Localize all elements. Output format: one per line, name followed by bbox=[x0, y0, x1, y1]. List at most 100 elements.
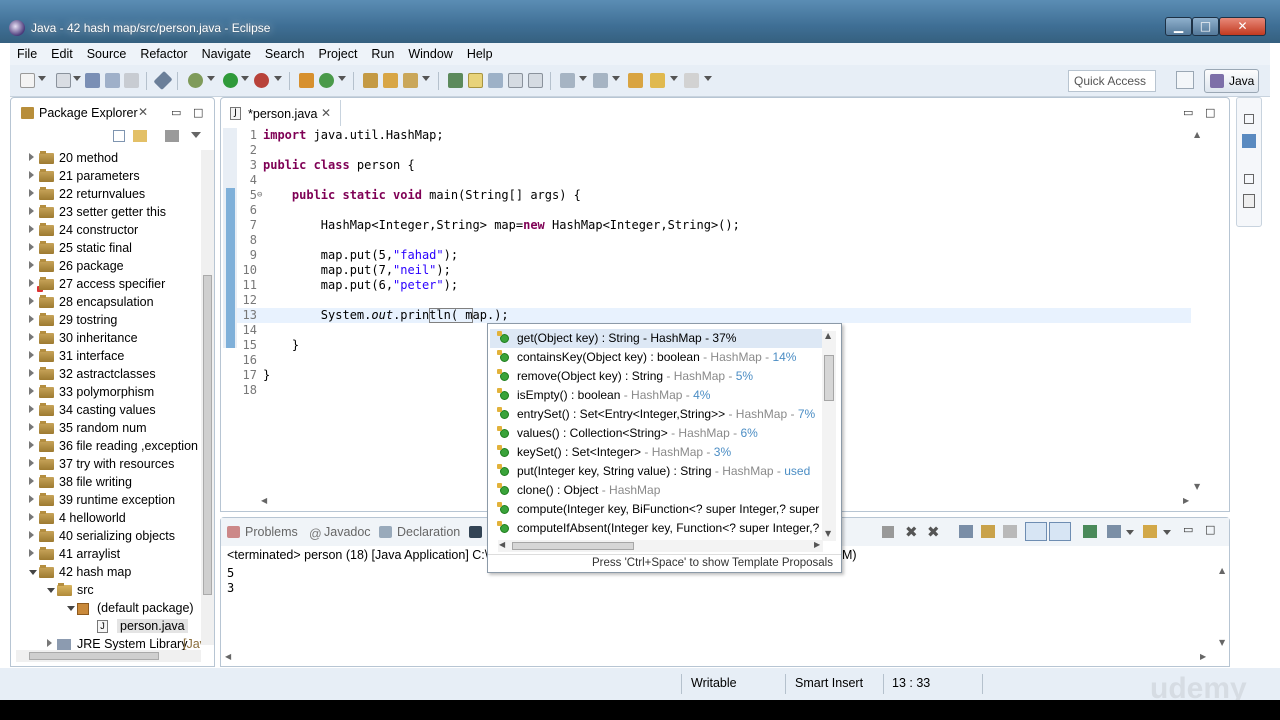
new-project-icon[interactable] bbox=[56, 73, 71, 88]
menu-search[interactable]: Search bbox=[258, 43, 312, 65]
clear-console-icon[interactable] bbox=[959, 525, 973, 538]
collapsed-chevron-icon[interactable] bbox=[29, 279, 34, 287]
open-type-icon[interactable] bbox=[363, 73, 378, 88]
tree-horizontal-scrollbar[interactable] bbox=[16, 650, 201, 662]
proposal-horizontal-scrollbar[interactable]: ◀ ▶ bbox=[498, 540, 823, 552]
fold-toggle-icon[interactable]: ⊖ bbox=[257, 188, 262, 203]
show-whitespace-icon[interactable] bbox=[528, 73, 543, 88]
minimize-panel-icon[interactable]: ▭ bbox=[171, 106, 181, 119]
collapsed-chevron-icon[interactable] bbox=[29, 477, 34, 485]
tree-item[interactable]: 36 file reading ,exception h bbox=[11, 438, 201, 456]
back-dropdown-icon[interactable] bbox=[670, 76, 678, 81]
console-output[interactable]: 5 3 bbox=[227, 566, 234, 596]
new-java-package-icon[interactable] bbox=[299, 73, 314, 88]
collapsed-chevron-icon[interactable] bbox=[29, 405, 34, 413]
menu-run[interactable]: Run bbox=[364, 43, 401, 65]
tree-item[interactable]: 29 tostring bbox=[11, 312, 201, 330]
restore-icon[interactable] bbox=[1244, 114, 1254, 124]
debug-dropdown-icon[interactable] bbox=[207, 76, 215, 81]
scroll-left-icon[interactable]: ◀ bbox=[225, 652, 231, 661]
project-dropdown-icon[interactable] bbox=[73, 76, 81, 81]
tree-item[interactable]: 32 astractclasses bbox=[11, 366, 201, 384]
tab-problems[interactable]: Problems bbox=[227, 525, 298, 539]
external-tools-dropdown-icon[interactable] bbox=[274, 76, 282, 81]
save-icon[interactable] bbox=[85, 73, 100, 88]
collapse-all-icon[interactable] bbox=[113, 130, 125, 142]
proposal-item[interactable]: clone() : Object - HashMap bbox=[490, 481, 822, 500]
annotation-icon[interactable] bbox=[448, 73, 463, 88]
toggle-mark-occurrences-icon[interactable] bbox=[468, 73, 483, 88]
tree-item[interactable]: 24 constructor bbox=[11, 222, 201, 240]
menu-window[interactable]: Window bbox=[401, 43, 459, 65]
scroll-up-icon[interactable]: ▲ bbox=[825, 331, 831, 340]
external-tools-icon[interactable] bbox=[254, 73, 269, 88]
scroll-up-icon[interactable]: ▲ bbox=[1194, 130, 1200, 139]
minimize-editor-icon[interactable]: ▭ bbox=[1183, 106, 1193, 119]
new-class-dropdown-icon[interactable] bbox=[338, 76, 346, 81]
maximize-panel-icon[interactable]: □ bbox=[193, 106, 203, 119]
close-button[interactable]: ✕ bbox=[1219, 17, 1266, 36]
collapsed-chevron-icon[interactable] bbox=[29, 549, 34, 557]
expanded-chevron-icon[interactable] bbox=[67, 606, 75, 611]
previous-annotation-icon[interactable] bbox=[593, 73, 608, 88]
scroll-thumb[interactable] bbox=[824, 355, 834, 401]
tree-item[interactable]: (default package) bbox=[11, 600, 201, 618]
tree-item[interactable]: 22 returnvalues bbox=[11, 186, 201, 204]
run-dropdown-icon[interactable] bbox=[241, 76, 249, 81]
search-icon[interactable] bbox=[403, 73, 418, 88]
tree-item[interactable]: 37 try with resources bbox=[11, 456, 201, 474]
collapsed-chevron-icon[interactable] bbox=[29, 189, 34, 197]
collapsed-chevron-icon[interactable] bbox=[29, 387, 34, 395]
show-on-stderr-icon[interactable] bbox=[1049, 522, 1071, 541]
terminate-icon[interactable] bbox=[882, 526, 894, 538]
collapsed-chevron-icon[interactable] bbox=[29, 441, 34, 449]
menu-source[interactable]: Source bbox=[80, 43, 134, 65]
focus-icon[interactable] bbox=[165, 130, 179, 142]
maximize-button[interactable]: □ bbox=[1192, 17, 1219, 36]
maximize-editor-icon[interactable]: □ bbox=[1205, 106, 1215, 119]
tree-item[interactable]: 4 helloworld bbox=[11, 510, 201, 528]
new-icon[interactable] bbox=[20, 73, 35, 88]
tree-item[interactable]: 28 encapsulation bbox=[11, 294, 201, 312]
proposal-item[interactable]: get(Object key) : String - HashMap - 37% bbox=[490, 329, 822, 348]
proposal-item[interactable]: values() : Collection<String> - HashMap … bbox=[490, 424, 822, 443]
tree-item[interactable]: 27 access specifier bbox=[11, 276, 201, 294]
collapsed-chevron-icon[interactable] bbox=[29, 513, 34, 521]
back-icon[interactable] bbox=[650, 73, 665, 88]
remove-launch-icon[interactable]: ✖ bbox=[905, 523, 918, 541]
code-line[interactable]: 12 bbox=[237, 293, 1197, 308]
open-console-dropdown-icon[interactable] bbox=[1163, 530, 1171, 535]
tree-item[interactable]: Jperson.java bbox=[11, 618, 201, 636]
search-dropdown-icon[interactable] bbox=[422, 76, 430, 81]
tree-item[interactable]: 42 hash map bbox=[11, 564, 201, 582]
tab-declaration[interactable]: Declaration bbox=[379, 525, 460, 539]
editor-tab-person-java[interactable]: J *person.java ✕ bbox=[223, 100, 341, 126]
collapsed-chevron-icon[interactable] bbox=[29, 531, 34, 539]
collapsed-chevron-icon[interactable] bbox=[29, 315, 34, 323]
scroll-thumb[interactable] bbox=[203, 275, 212, 595]
menu-project[interactable]: Project bbox=[312, 43, 365, 65]
tab-console[interactable] bbox=[469, 525, 487, 539]
scroll-right-icon[interactable]: ▶ bbox=[1183, 496, 1189, 505]
collapsed-chevron-icon[interactable] bbox=[29, 207, 34, 215]
remove-all-icon[interactable]: ✖ bbox=[927, 523, 940, 541]
tree-item[interactable]: 23 setter getter this bbox=[11, 204, 201, 222]
collapsed-chevron-icon[interactable] bbox=[29, 351, 34, 359]
code-line[interactable]: 10 map.put(7,"neil"); bbox=[237, 263, 1197, 278]
proposal-item[interactable]: put(Integer key, String value) : String … bbox=[490, 462, 822, 481]
menu-edit[interactable]: Edit bbox=[44, 43, 80, 65]
collapsed-chevron-icon[interactable] bbox=[29, 369, 34, 377]
tree-item[interactable]: 41 arraylist bbox=[11, 546, 201, 564]
previous-annotation-dropdown-icon[interactable] bbox=[612, 76, 620, 81]
proposal-item[interactable]: computeIfAbsent(Integer key, Function<? … bbox=[490, 519, 822, 538]
code-line[interactable]: 8 bbox=[237, 233, 1197, 248]
scroll-thumb[interactable] bbox=[512, 542, 634, 550]
tree-item[interactable]: 25 static final bbox=[11, 240, 201, 258]
scroll-right-icon[interactable]: ▶ bbox=[1200, 652, 1206, 661]
save-all-icon[interactable] bbox=[105, 73, 120, 88]
collapsed-chevron-icon[interactable] bbox=[29, 333, 34, 341]
scroll-down-icon[interactable]: ▼ bbox=[1219, 638, 1225, 647]
open-task-icon[interactable] bbox=[383, 73, 398, 88]
block-selection-icon[interactable] bbox=[508, 73, 523, 88]
maximize-console-icon[interactable]: □ bbox=[1205, 523, 1215, 536]
